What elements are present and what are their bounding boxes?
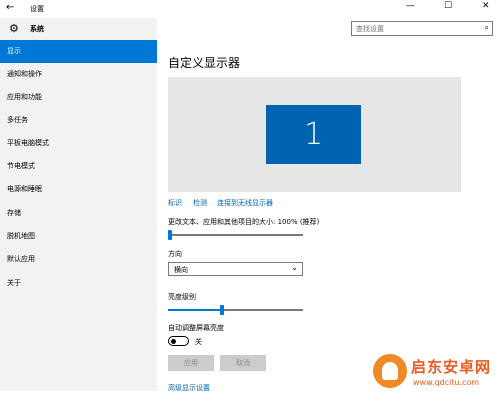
sidebar-item-apps[interactable]: 应用和功能 [0,86,157,109]
advanced-display-settings-link[interactable]: 高级显示设置 [168,383,210,393]
scale-slider-thumb[interactable] [168,230,172,240]
site-watermark: 启东安卓网 www.qdcitu.com [373,352,499,391]
sidebar-item-about[interactable]: 关于 [0,272,157,295]
orientation-label: 方向 [168,250,182,258]
sidebar-header-label: 系统 [30,25,44,33]
orientation-value: 横向 [174,266,188,274]
scale-slider-track[interactable] [168,234,303,236]
sidebar-header[interactable]: ⚙ 系统 [0,18,157,38]
monitor-1-tile[interactable]: 1 [266,105,361,164]
sidebar-item-multitasking[interactable]: 多任务 [0,109,157,132]
sidebar-item-storage[interactable]: 存储 [0,202,157,225]
sidebar-item-offline-maps[interactable]: 脱机地图 [0,225,157,248]
toggle-state-label: 关 [195,338,202,346]
sidebar-item-default-apps[interactable]: 默认应用 [0,248,157,271]
sidebar-item-battery-saver[interactable]: 节电模式 [0,155,157,178]
detect-link[interactable]: 检测 [193,198,207,208]
watermark-url: www.qdcitu.com [413,378,480,387]
sidebar-item-tablet-mode[interactable]: 平板电脑模式 [0,132,157,155]
orientation-dropdown[interactable]: 横向 ⌄ [168,262,303,276]
search-input[interactable] [356,23,476,34]
identify-link[interactable]: 标识 [168,198,182,208]
cancel-button[interactable]: 取消 [220,355,266,371]
close-icon[interactable]: ✕ [482,1,490,11]
minimize-icon[interactable]: — [406,1,415,11]
sidebar: ⚙ 系统 显示 通知和操作 应用和功能 多任务 平板电脑模式 节电模式 电源和睡… [0,18,157,391]
connect-wireless-display-link[interactable]: 连接到无线显示器 [217,198,273,208]
search-box[interactable]: ⌕ [351,21,493,36]
toggle-knob [171,338,176,344]
brightness-slider-thumb[interactable] [220,305,225,315]
sidebar-item-power-sleep[interactable]: 电源和睡眠 [0,178,157,201]
brightness-slider-fill [168,309,221,311]
maximize-icon[interactable]: ☐ [444,1,452,11]
auto-brightness-label: 自动调整屏幕亮度 [168,324,224,332]
back-arrow-icon[interactable]: ← [6,2,14,13]
window-title: 设置 [30,5,44,13]
search-icon[interactable]: ⌕ [485,23,489,33]
brightness-slider-track[interactable] [224,309,303,311]
brightness-label: 亮度级别 [168,293,196,301]
scale-label: 更改文本、应用和其他项目的大小: 100% (推荐) [168,218,320,226]
gear-icon: ⚙ [9,22,19,35]
apply-button[interactable]: 应用 [168,355,214,371]
android-logo-icon [373,354,407,388]
display-preview: 1 [168,77,461,192]
chevron-down-icon: ⌄ [291,263,298,272]
page-title: 自定义显示器 [168,56,241,70]
auto-brightness-toggle[interactable] [168,336,189,346]
sidebar-item-display[interactable]: 显示 [0,40,157,63]
sidebar-item-notifications[interactable]: 通知和操作 [0,63,157,86]
title-bar: ← 设置 — ☐ ✕ [0,0,500,18]
watermark-title: 启东安卓网 [411,358,492,376]
